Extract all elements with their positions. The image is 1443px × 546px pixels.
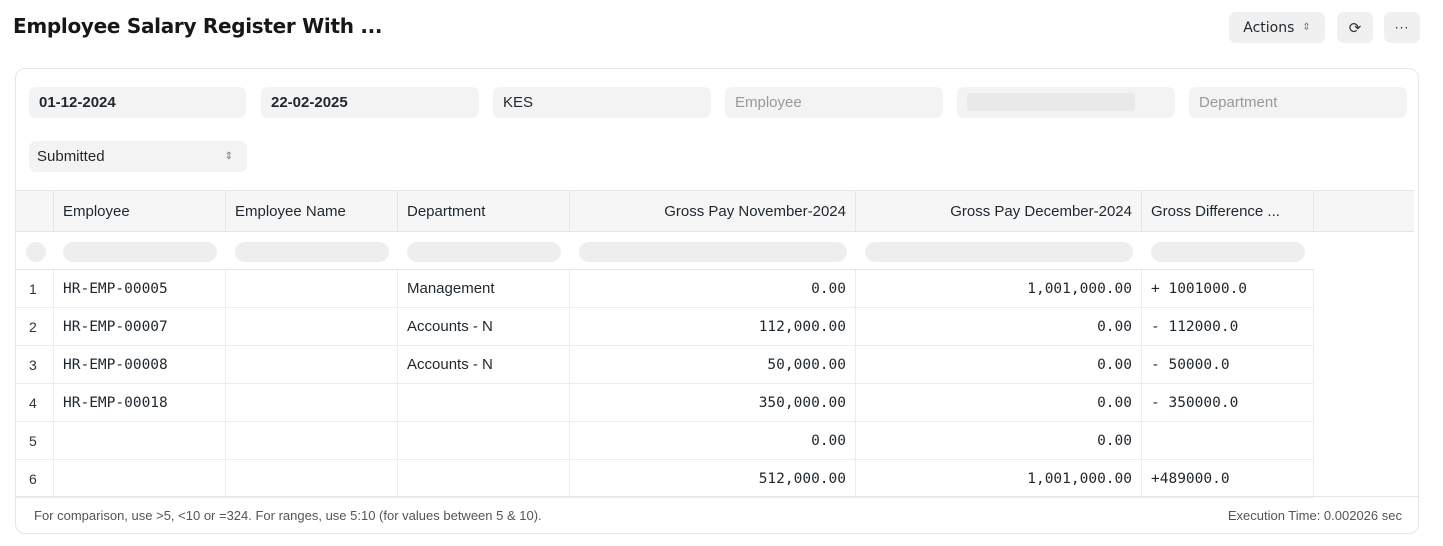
row-index[interactable]: 1 xyxy=(16,270,54,307)
more-icon: ··· xyxy=(1394,20,1410,35)
column-header-department[interactable]: Department xyxy=(398,191,570,231)
page-title: Employee Salary Register With ... xyxy=(13,14,383,38)
row-index[interactable]: 3 xyxy=(16,346,54,383)
cell-gross-dec[interactable]: 1,001,000.00 xyxy=(856,460,1142,497)
cell-department[interactable]: Management xyxy=(398,270,570,307)
from-date-filter[interactable]: 01-12-2024 xyxy=(29,87,246,118)
cell-employee-name[interactable] xyxy=(226,460,398,497)
cell-employee-name[interactable] xyxy=(226,346,398,383)
execution-time: Execution Time: 0.002026 sec xyxy=(1227,508,1402,523)
column-filter-gross-dec[interactable] xyxy=(865,242,1133,262)
report-card: 01-12-2024 22-02-2025 KES Employee Depar… xyxy=(15,68,1419,534)
cell-department[interactable]: Accounts - N xyxy=(398,346,570,383)
company-filter[interactable] xyxy=(957,87,1175,118)
cell-department[interactable] xyxy=(398,460,570,497)
filter-row-checkbox xyxy=(26,242,46,262)
column-filter-gross-nov[interactable] xyxy=(579,242,847,262)
row-index[interactable]: 2 xyxy=(16,308,54,345)
cell-employee-name[interactable] xyxy=(226,422,398,459)
cell-gross-difference[interactable]: + 1001000.0 xyxy=(1142,270,1314,307)
cell-department[interactable] xyxy=(398,384,570,421)
to-date-filter[interactable]: 22-02-2025 xyxy=(261,87,479,118)
redacted-value xyxy=(967,93,1135,111)
row-index[interactable]: 5 xyxy=(16,422,54,459)
cell-gross-difference[interactable] xyxy=(1142,422,1314,459)
table-row[interactable]: 4 HR-EMP-00018 350,000.00 0.00- 350000.0 xyxy=(16,384,1314,422)
refresh-icon: ⟳ xyxy=(1348,18,1362,37)
cell-gross-dec[interactable]: 0.00 xyxy=(856,346,1142,383)
cell-gross-dec[interactable]: 0.00 xyxy=(856,422,1142,459)
cell-gross-nov[interactable]: 0.00 xyxy=(570,270,856,307)
cell-gross-nov[interactable]: 0.00 xyxy=(570,422,856,459)
cell-gross-difference[interactable]: - 350000.0 xyxy=(1142,384,1314,421)
cell-gross-nov[interactable]: 112,000.00 xyxy=(570,308,856,345)
cell-employee[interactable] xyxy=(54,422,226,459)
row-index[interactable]: 4 xyxy=(16,384,54,421)
employee-filter[interactable]: Employee xyxy=(725,87,943,118)
cell-department[interactable] xyxy=(398,422,570,459)
cell-gross-nov[interactable]: 350,000.00 xyxy=(570,384,856,421)
refresh-button[interactable]: ⟳ xyxy=(1337,12,1373,43)
table-row[interactable]: 1 HR-EMP-00005 Management 0.00 1,001,000.00 +… xyxy=(16,270,1314,308)
column-filter-employee[interactable] xyxy=(63,242,217,262)
cell-employee-name[interactable] xyxy=(226,308,398,345)
cell-employee-name[interactable] xyxy=(226,270,398,307)
column-header-employee[interactable]: Employee xyxy=(54,191,226,231)
sort-icon: ⇕ xyxy=(1302,22,1311,33)
footer-divider xyxy=(16,496,1418,497)
column-filter-employee-name[interactable] xyxy=(235,242,389,262)
table-row[interactable]: 5 0.00 0.00 xyxy=(16,422,1314,460)
more-button[interactable]: ··· xyxy=(1384,12,1420,43)
department-filter[interactable]: Department xyxy=(1189,87,1407,118)
row-index-header xyxy=(16,191,54,231)
column-header-employee-name[interactable]: Employee Name xyxy=(226,191,398,231)
currency-filter[interactable]: KES xyxy=(493,87,711,118)
column-filter-gross-difference[interactable] xyxy=(1151,242,1305,262)
table-header: Employee Employee Name Department Gross … xyxy=(16,190,1414,232)
row-index[interactable]: 6 xyxy=(16,460,54,497)
chevron-updown-icon: ⇕ xyxy=(224,151,233,162)
cell-gross-difference[interactable]: - 50000.0 xyxy=(1142,346,1314,383)
cell-employee[interactable] xyxy=(54,460,226,497)
cell-employee[interactable]: HR-EMP-00007 xyxy=(54,308,226,345)
column-filter-department[interactable] xyxy=(407,242,561,262)
actions-label: Actions xyxy=(1243,19,1295,36)
cell-gross-dec[interactable]: 1,001,000.00 xyxy=(856,270,1142,307)
cell-employee-name[interactable] xyxy=(226,384,398,421)
cell-gross-dec[interactable]: 0.00 xyxy=(856,384,1142,421)
cell-gross-dec[interactable]: 0.00 xyxy=(856,308,1142,345)
column-header-gross-dec[interactable]: Gross Pay December-2024 xyxy=(856,191,1142,231)
cell-gross-nov[interactable]: 50,000.00 xyxy=(570,346,856,383)
column-header-gross-nov[interactable]: Gross Pay November-2024 xyxy=(570,191,856,231)
report-datatable: Employee Employee Name Department Gross … xyxy=(16,190,1418,498)
table-row[interactable]: 3 HR-EMP-00008 Accounts - N 50,000.00 0.00- … xyxy=(16,346,1314,384)
cell-employee[interactable]: HR-EMP-00008 xyxy=(54,346,226,383)
column-header-gross-difference[interactable]: Gross Difference ... xyxy=(1142,191,1314,231)
cell-gross-difference[interactable]: +489000.0 xyxy=(1142,460,1314,497)
cell-gross-difference[interactable]: - 112000.0 xyxy=(1142,308,1314,345)
cell-employee[interactable]: HR-EMP-00018 xyxy=(54,384,226,421)
docstatus-value: Submitted xyxy=(37,148,105,165)
cell-employee[interactable]: HR-EMP-00005 xyxy=(54,270,226,307)
docstatus-select[interactable]: Submitted ⇕ xyxy=(29,141,247,172)
filter-help-note: For comparison, use >5, <10 or =324. For… xyxy=(34,508,542,523)
table-row[interactable]: 6 512,000.00 1,001,000.00 +489000.0 xyxy=(16,460,1314,498)
cell-department[interactable]: Accounts - N xyxy=(398,308,570,345)
table-row[interactable]: 2 HR-EMP-00007 Accounts - N 112,000.00 0.00-… xyxy=(16,308,1314,346)
cell-gross-nov[interactable]: 512,000.00 xyxy=(570,460,856,497)
actions-button[interactable]: Actions ⇕ xyxy=(1229,12,1325,43)
column-filter-row xyxy=(16,232,1314,270)
